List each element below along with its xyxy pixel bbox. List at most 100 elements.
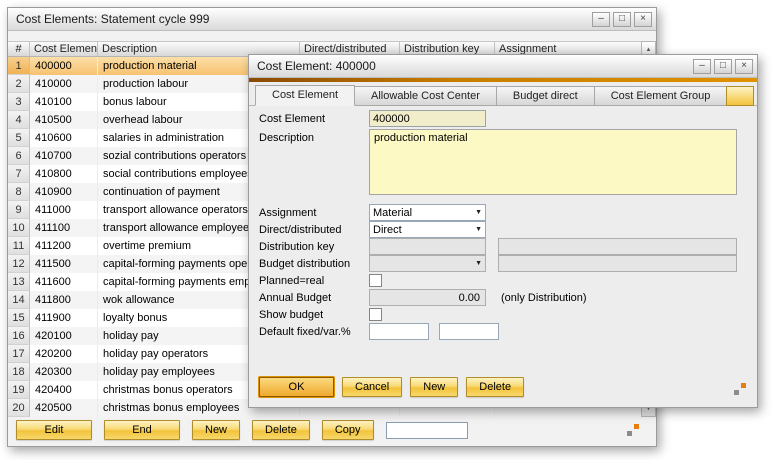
cost-element-cell[interactable]: 410600 xyxy=(30,129,98,147)
delete-button[interactable]: Delete xyxy=(466,377,524,397)
cancel-button[interactable]: Cancel xyxy=(342,377,402,397)
row-number-cell[interactable]: 18 xyxy=(8,363,30,381)
tab-budget-direct[interactable]: Budget direct xyxy=(496,86,595,106)
main-footer-buttons: Edit End New Delete Copy xyxy=(16,420,386,440)
distribution-key-name-field[interactable] xyxy=(498,238,737,255)
tab-strip-filler xyxy=(726,86,754,106)
default-var-field[interactable] xyxy=(439,323,499,340)
planned-real-checkbox[interactable] xyxy=(369,274,382,287)
row-number-cell[interactable]: 16 xyxy=(8,327,30,345)
minimize-icon[interactable]: – xyxy=(592,12,610,27)
cost-element-field[interactable]: 400000 xyxy=(369,110,486,127)
annual-budget-note: (only Distribution) xyxy=(501,292,587,304)
description-label: Description xyxy=(259,132,314,144)
annual-budget-field[interactable]: 0.00 xyxy=(369,289,486,306)
edit-button[interactable]: Edit xyxy=(16,420,92,440)
row-number-cell[interactable]: 11 xyxy=(8,237,30,255)
row-number-cell[interactable]: 19 xyxy=(8,381,30,399)
chevron-down-icon: ▼ xyxy=(475,226,482,233)
cost-element-dialog: Cost Element: 400000 – □ × Cost ElementA… xyxy=(248,54,758,408)
cost-element-cell[interactable]: 410000 xyxy=(30,75,98,93)
ok-button[interactable]: OK xyxy=(259,377,334,397)
column-header-num[interactable]: # xyxy=(8,42,30,56)
dialog-titlebar[interactable]: Cost Element: 400000 – □ × xyxy=(249,55,757,78)
cost-element-cell[interactable]: 411800 xyxy=(30,291,98,309)
end-button[interactable]: End xyxy=(104,420,180,440)
cost-element-cell[interactable]: 411600 xyxy=(30,273,98,291)
maximize-icon[interactable]: □ xyxy=(613,12,631,27)
cost-element-cell[interactable]: 410500 xyxy=(30,111,98,129)
row-number-cell[interactable]: 5 xyxy=(8,129,30,147)
chevron-down-icon: ▼ xyxy=(475,260,482,267)
distribution-key-field[interactable] xyxy=(369,238,486,255)
cost-element-cell[interactable]: 420100 xyxy=(30,327,98,345)
row-number-cell[interactable]: 12 xyxy=(8,255,30,273)
close-icon[interactable]: × xyxy=(735,59,753,74)
show-budget-checkbox[interactable] xyxy=(369,308,382,321)
show-budget-label: Show budget xyxy=(259,309,323,321)
description-textarea[interactable]: production material xyxy=(369,129,737,195)
row-number-cell[interactable]: 15 xyxy=(8,309,30,327)
cost-element-cell[interactable]: 420400 xyxy=(30,381,98,399)
row-number-cell[interactable]: 2 xyxy=(8,75,30,93)
cost-element-cell[interactable]: 420200 xyxy=(30,345,98,363)
row-number-cell[interactable]: 3 xyxy=(8,93,30,111)
link-arrow-icon[interactable] xyxy=(626,423,640,437)
direct-distributed-value: Direct xyxy=(373,224,402,236)
tab-cost-element-group[interactable]: Cost Element Group xyxy=(594,86,728,106)
cost-element-cell[interactable]: 420300 xyxy=(30,363,98,381)
chevron-down-icon: ▼ xyxy=(475,209,482,216)
new-button[interactable]: New xyxy=(410,377,458,397)
row-number-cell[interactable]: 17 xyxy=(8,345,30,363)
minimize-icon[interactable]: – xyxy=(693,59,711,74)
row-number-cell[interactable]: 10 xyxy=(8,219,30,237)
main-window-titlebar[interactable]: Cost Elements: Statement cycle 999 – □ × xyxy=(8,8,656,31)
cost-element-cell[interactable]: 410800 xyxy=(30,165,98,183)
row-number-cell[interactable]: 14 xyxy=(8,291,30,309)
row-number-cell[interactable]: 8 xyxy=(8,183,30,201)
cost-element-cell[interactable]: 410900 xyxy=(30,183,98,201)
maximize-icon[interactable]: □ xyxy=(714,59,732,74)
active-window-accent-strip xyxy=(249,78,757,82)
row-number-cell[interactable]: 4 xyxy=(8,111,30,129)
dialog-footer: OK Cancel New Delete xyxy=(259,377,532,397)
delete-button[interactable]: Delete xyxy=(252,420,310,440)
cost-element-cell[interactable]: 411900 xyxy=(30,309,98,327)
row-number-cell[interactable]: 7 xyxy=(8,165,30,183)
budget-distribution-label: Budget distribution xyxy=(259,258,350,270)
copy-button[interactable]: Copy xyxy=(322,420,374,440)
default-fixed-field[interactable] xyxy=(369,323,429,340)
dialog-title: Cost Element: 400000 xyxy=(257,59,690,73)
assignment-value: Material xyxy=(373,207,412,219)
link-arrow-icon[interactable] xyxy=(733,382,747,396)
cost-element-cell[interactable]: 410700 xyxy=(30,147,98,165)
annual-budget-label: Annual Budget xyxy=(259,292,331,304)
row-number-cell[interactable]: 20 xyxy=(8,399,30,417)
tab-allowable-cost-center[interactable]: Allowable Cost Center xyxy=(354,86,497,106)
main-window-footer: Edit End New Delete Copy xyxy=(16,420,468,440)
cost-element-cell[interactable]: 410100 xyxy=(30,93,98,111)
footer-input[interactable] xyxy=(386,422,468,439)
row-number-cell[interactable]: 13 xyxy=(8,273,30,291)
cost-element-cell[interactable]: 411200 xyxy=(30,237,98,255)
row-number-cell[interactable]: 6 xyxy=(8,147,30,165)
assignment-dropdown[interactable]: Material ▼ xyxy=(369,204,486,221)
tab-cost-element[interactable]: Cost Element xyxy=(255,85,355,106)
row-number-cell[interactable]: 1 xyxy=(8,57,30,75)
new-button[interactable]: New xyxy=(192,420,240,440)
close-icon[interactable]: × xyxy=(634,12,652,27)
cost-element-cell[interactable]: 420500 xyxy=(30,399,98,417)
direct-distributed-label: Direct/distributed xyxy=(259,224,342,236)
budget-distribution-name-field[interactable] xyxy=(498,255,737,272)
cost-element-cell[interactable]: 400000 xyxy=(30,57,98,75)
column-header-cost-elemen[interactable]: Cost Elemen xyxy=(30,42,98,56)
cost-element-label: Cost Element xyxy=(259,113,325,125)
cost-element-cell[interactable]: 411500 xyxy=(30,255,98,273)
cost-element-cell[interactable]: 411100 xyxy=(30,219,98,237)
cost-element-cell[interactable]: 411000 xyxy=(30,201,98,219)
assignment-label: Assignment xyxy=(259,207,316,219)
budget-distribution-dropdown[interactable]: ▼ xyxy=(369,255,486,272)
direct-distributed-dropdown[interactable]: Direct ▼ xyxy=(369,221,486,238)
row-number-cell[interactable]: 9 xyxy=(8,201,30,219)
distribution-key-label: Distribution key xyxy=(259,241,334,253)
